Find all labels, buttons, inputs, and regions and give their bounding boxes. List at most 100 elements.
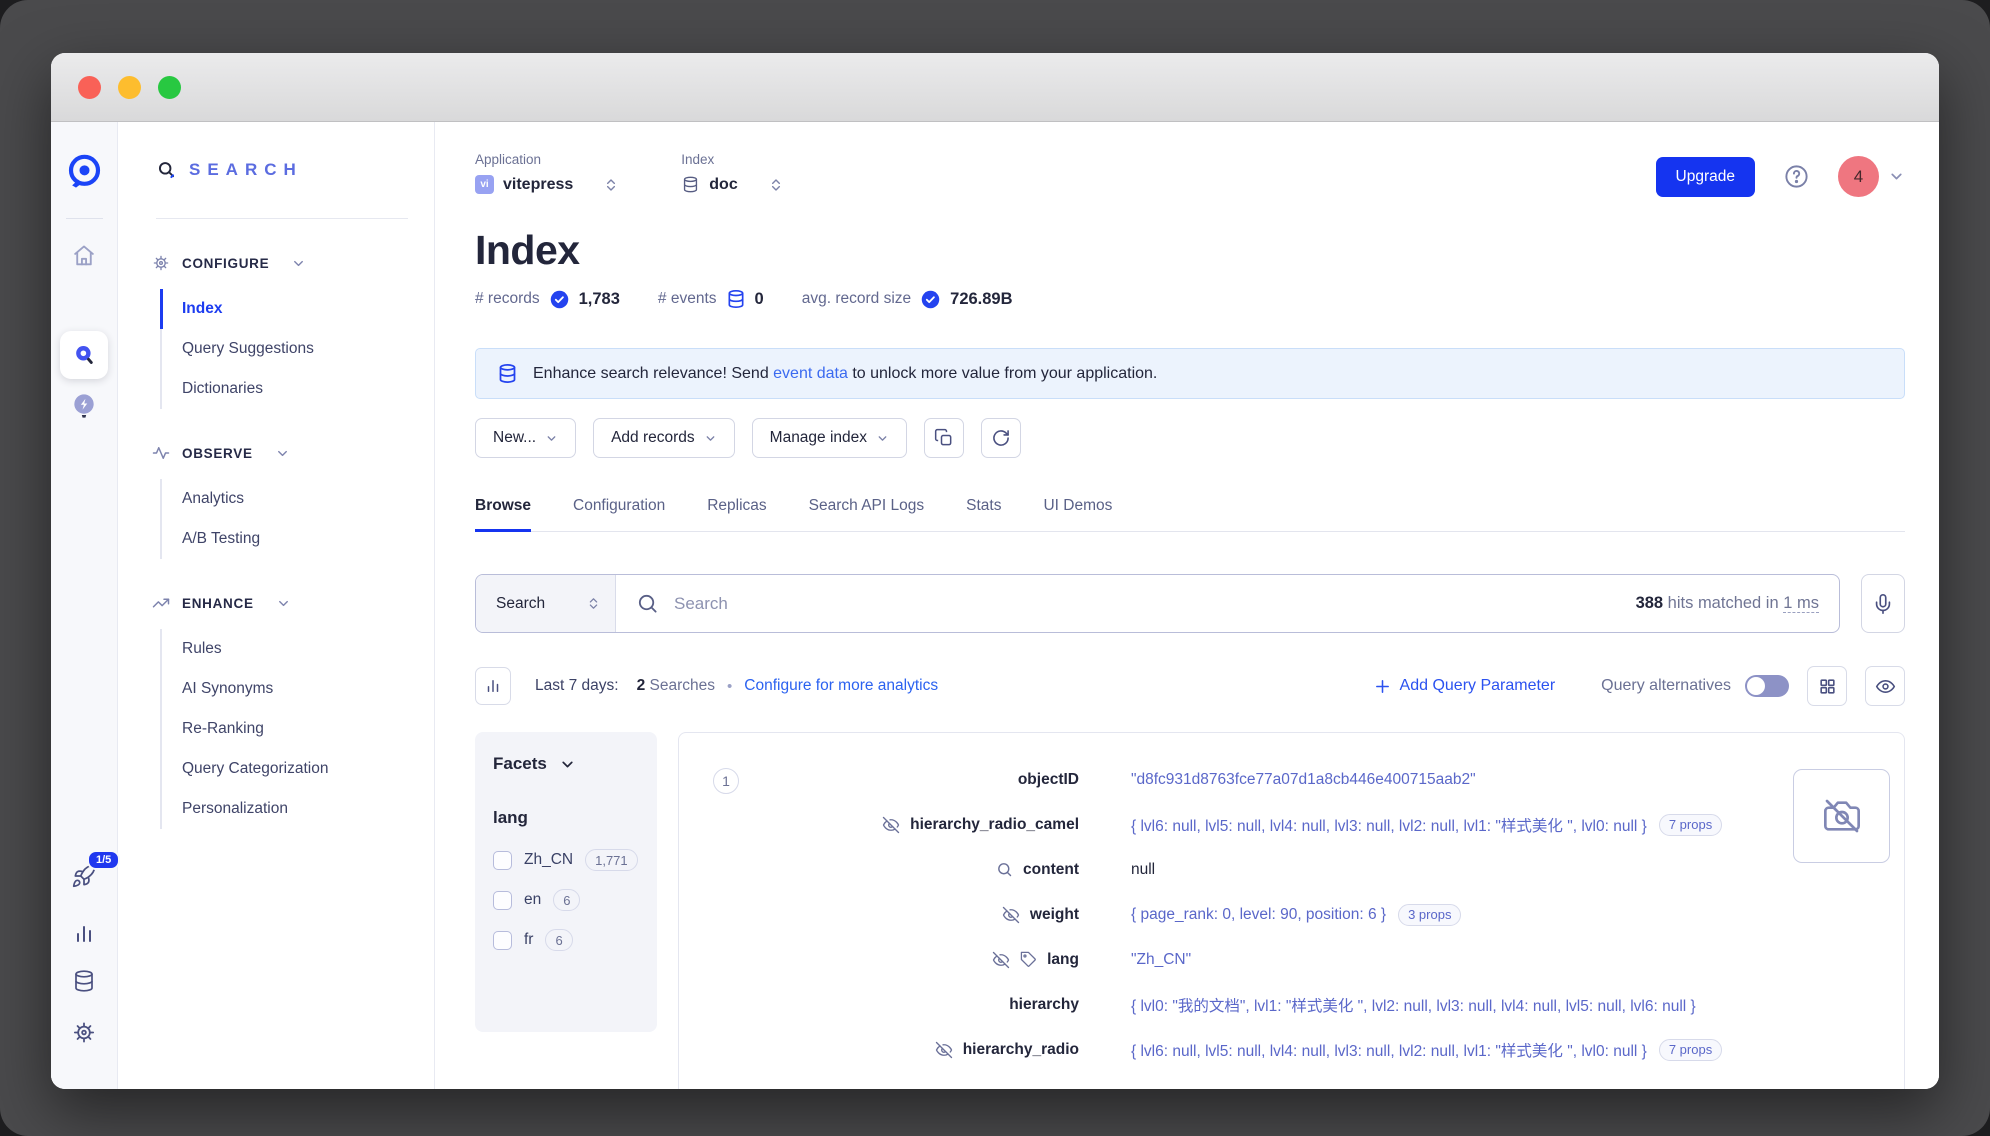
preview-visibility-button[interactable] <box>1865 666 1905 706</box>
main-content: Application vi vitepress Index <box>435 122 1939 1089</box>
chevrons-up-down-icon <box>768 177 784 193</box>
events-banner: Enhance search relevance! Send event dat… <box>475 348 1905 399</box>
application-selector[interactable]: Application vi vitepress <box>475 152 619 194</box>
avatar[interactable]: 4 <box>1838 156 1879 197</box>
manage-index-button[interactable]: Manage index <box>752 418 907 458</box>
eye-icon <box>1875 676 1896 697</box>
sidebar-item-analytics[interactable]: Analytics <box>160 479 434 519</box>
facet-checkbox[interactable] <box>493 931 512 950</box>
home-icon[interactable] <box>72 243 97 268</box>
event-data-link[interactable]: event data <box>773 365 848 382</box>
close-window-button[interactable] <box>78 76 101 99</box>
sidebar-item-index[interactable]: Index <box>160 289 434 329</box>
tab-search-api-logs[interactable]: Search API Logs <box>809 497 924 532</box>
eye-off-icon <box>882 816 900 834</box>
tab-ui-demos[interactable]: UI Demos <box>1043 497 1112 532</box>
tab-browse[interactable]: Browse <box>475 497 531 532</box>
analytics-count-suffix: Searches <box>645 677 715 694</box>
chevron-down-icon[interactable] <box>1888 168 1905 185</box>
search-product-tab[interactable] <box>60 331 108 379</box>
grid-view-button[interactable] <box>1807 666 1847 706</box>
record-field-weight: weight { page_rank: 0, level: 90, positi… <box>703 892 1778 937</box>
chevron-down-icon <box>559 756 576 773</box>
section-label: OBSERVE <box>182 446 253 461</box>
add-records-label: Add records <box>611 429 695 447</box>
application-label: Application <box>475 152 619 167</box>
voice-search-button[interactable] <box>1861 574 1905 633</box>
camera-off-icon <box>1822 796 1862 836</box>
stat-records: # records 1,783 <box>475 289 620 310</box>
rocket-progress-badge: 1/5 <box>87 850 120 870</box>
facet-label[interactable]: fr <box>524 931 533 949</box>
algolia-logo-icon[interactable] <box>64 151 104 191</box>
chevron-down-icon <box>545 432 558 445</box>
analytics-chart-button[interactable] <box>475 667 511 705</box>
help-icon[interactable] <box>1783 163 1810 190</box>
page-title: Index <box>475 227 1905 274</box>
search-input[interactable] <box>674 594 1621 614</box>
copy-button[interactable] <box>924 418 964 458</box>
sidebar-divider <box>156 218 408 219</box>
bar-chart-icon[interactable] <box>72 921 96 945</box>
sidebar-item-re-ranking[interactable]: Re-Ranking <box>160 709 434 749</box>
enhance-section-header[interactable]: ENHANCE <box>118 593 434 613</box>
sidebar-item-ai-synonyms[interactable]: AI Synonyms <box>160 669 434 709</box>
facets-header[interactable]: Facets <box>493 754 639 774</box>
facet-checkbox[interactable] <box>493 851 512 870</box>
facet-label[interactable]: en <box>524 891 541 909</box>
section-label: CONFIGURE <box>182 256 269 271</box>
configure-analytics-link[interactable]: Configure for more analytics <box>744 677 938 695</box>
index-value: doc <box>709 176 737 194</box>
facet-label[interactable]: Zh_CN <box>524 851 573 869</box>
search-row: Search 388 hits matched in 1 ms <box>475 574 1905 633</box>
new-button-label: New... <box>493 429 536 447</box>
configure-section-header[interactable]: CONFIGURE <box>118 253 434 273</box>
record-image-placeholder <box>1793 769 1890 863</box>
sidebar-item-dictionaries[interactable]: Dictionaries <box>160 369 434 409</box>
query-alternatives-toggle[interactable] <box>1745 675 1789 697</box>
plus-icon <box>1374 678 1391 695</box>
field-label: hierarchy_radio_camel <box>910 816 1079 834</box>
index-stats: # records 1,783 # events 0 avg. rec <box>475 286 1905 312</box>
stat-events: # events 0 <box>658 289 764 309</box>
index-icon <box>681 175 700 194</box>
stat-label: # events <box>658 290 717 308</box>
tab-configuration[interactable]: Configuration <box>573 497 665 532</box>
activity-icon <box>152 444 170 462</box>
eye-off-icon <box>992 951 1010 969</box>
stat-label: avg. record size <box>802 290 911 308</box>
sidebar-item-query-suggestions[interactable]: Query Suggestions <box>160 329 434 369</box>
add-query-parameter-button[interactable]: Add Query Parameter <box>1374 677 1556 695</box>
facet-item-zh-cn: Zh_CN 1,771 <box>493 840 639 880</box>
facets-panel: Facets lang Zh_CN 1,771 <box>475 732 657 1032</box>
stat-avg-record-size: avg. record size 726.89B <box>802 289 1013 310</box>
field-value: "Zh_CN" <box>1131 951 1191 969</box>
sidebar-item-personalization[interactable]: Personalization <box>160 789 434 829</box>
add-records-button[interactable]: Add records <box>593 418 735 458</box>
record-field-hierarchy-radio-camel: hierarchy_radio_camel { lvl6: null, lvl5… <box>703 802 1778 847</box>
database-icon[interactable] <box>72 969 96 993</box>
upgrade-button[interactable]: Upgrade <box>1656 157 1755 197</box>
index-selector[interactable]: Index doc <box>681 152 783 194</box>
app-topbar: Application vi vitepress Index <box>475 152 1905 197</box>
props-count-pill: 7 props <box>1659 814 1722 836</box>
refresh-icon <box>991 428 1011 448</box>
refresh-button[interactable] <box>981 418 1021 458</box>
tab-replicas[interactable]: Replicas <box>707 497 766 532</box>
sidebar-item-rules[interactable]: Rules <box>160 629 434 669</box>
record-field-content: content null <box>703 847 1778 892</box>
sidebar-item-query-categorization[interactable]: Query Categorization <box>160 749 434 789</box>
search-product-icon <box>71 342 98 369</box>
chevrons-up-down-icon <box>603 177 619 193</box>
gear-icon[interactable] <box>72 1020 97 1045</box>
recommend-bulb-icon[interactable] <box>70 392 99 421</box>
observe-section-header[interactable]: OBSERVE <box>118 443 434 463</box>
zoom-window-button[interactable] <box>158 76 181 99</box>
analytics-period-label: Last 7 days: <box>535 677 619 695</box>
search-mode-select[interactable]: Search <box>476 575 616 632</box>
tab-stats[interactable]: Stats <box>966 497 1001 532</box>
minimize-window-button[interactable] <box>118 76 141 99</box>
new-button[interactable]: New... <box>475 418 576 458</box>
sidebar-item-ab-testing[interactable]: A/B Testing <box>160 519 434 559</box>
facet-checkbox[interactable] <box>493 891 512 910</box>
